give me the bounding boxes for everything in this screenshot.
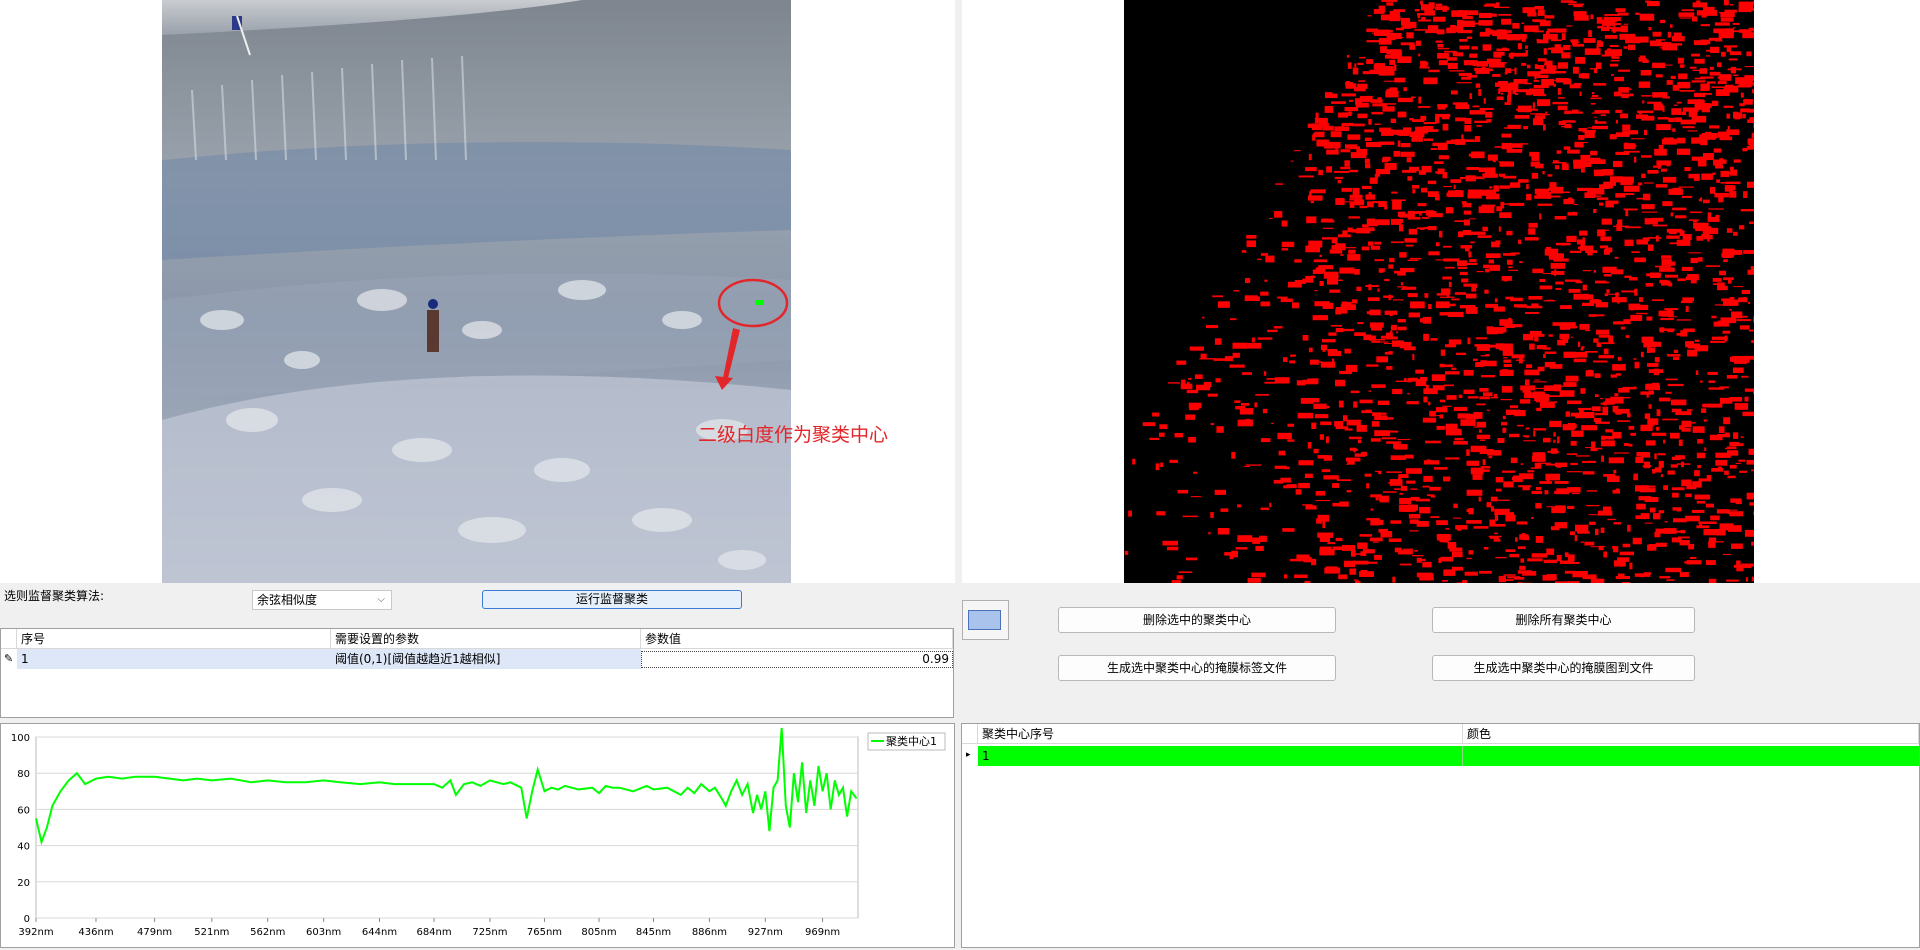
chevron-down-icon: ⌵ [377,591,385,609]
y-tick-label: 0 [24,914,30,925]
x-tick-label: 644nm [362,927,397,938]
y-tick-label: 100 [11,733,30,744]
cell-parameter: 阈值(0,1)[阈值越趋近1越相似] [335,649,500,669]
x-tick-label: 805nm [581,927,616,938]
x-tick-label: 392nm [18,927,53,938]
legend-label: 聚类中心1 [886,734,937,748]
cell-divider [1462,746,1463,766]
column-header-parameter[interactable]: 需要设置的参数 [331,629,641,649]
parameter-grid: 序号 需要设置的参数 参数值 ✎ 1 阈值(0,1)[阈值越趋近1越相似] 0.… [0,628,954,718]
x-tick-label: 684nm [416,927,451,938]
table-row[interactable]: 1 [978,746,1919,766]
x-tick-label: 927nm [748,927,783,938]
annotation-text: 二级白度作为聚类中心 [698,420,888,447]
x-tick-label: 845nm [636,927,671,938]
algorithm-select-value: 余弦相似度 [257,593,317,607]
source-image-panel: 二级白度作为聚类中心 [0,0,955,583]
delete-selected-center-button[interactable]: 删除选中的聚类中心 [1058,607,1336,633]
color-swatch [968,610,1001,630]
cluster-mask-render [1124,0,1754,583]
y-tick-label: 40 [17,842,30,853]
quarry-photo [162,0,791,583]
column-header-cluster-index[interactable]: 聚类中心序号 [978,724,1463,744]
x-tick-label: 765nm [527,927,562,938]
cell-value-input[interactable]: 0.99 [641,651,953,668]
column-header-value[interactable]: 参数值 [641,629,953,649]
cell-cluster-index: 1 [982,746,990,766]
x-tick-label: 436nm [78,927,113,938]
x-tick-label: 603nm [306,927,341,938]
generate-mask-image-button[interactable]: 生成选中聚类中心的掩膜图到文件 [1432,655,1695,681]
column-header-color[interactable]: 颜色 [1463,724,1919,744]
spectrum-chart-panel: 0 20 40 60 80 100 392nm 436nm 479nm 521nm 562nm 603… [0,723,955,948]
cell-index: 1 [21,649,29,669]
y-tick-label: 60 [17,805,30,816]
grid-corner [962,724,978,744]
x-tick-label: 521nm [194,927,229,938]
plot-area [36,737,858,918]
y-tick-label: 20 [17,878,30,889]
color-picker-button[interactable] [962,600,1009,640]
algorithm-label: 选则监督聚类算法: [4,587,104,604]
run-supervised-clustering-button[interactable]: 运行监督聚类 [482,590,742,609]
column-header-index[interactable]: 序号 [17,629,331,649]
annotation-marker [700,270,800,400]
algorithm-select[interactable]: 余弦相似度 ⌵ [252,590,392,610]
row-pointer-icon: ▸ [966,750,971,760]
x-tick-label: 725nm [472,927,507,938]
source-image[interactable] [162,0,791,583]
x-tick-label: 562nm [250,927,285,938]
table-row[interactable]: 1 阈值(0,1)[阈值越趋近1越相似] [17,649,641,669]
x-tick-label: 886nm [692,927,727,938]
mask-image[interactable] [1124,0,1754,583]
cluster-center-grid: 聚类中心序号 颜色 ▸ 1 [961,723,1920,948]
x-tick-label: 479nm [137,927,172,938]
generate-label-file-button[interactable]: 生成选中聚类中心的掩膜标签文件 [1058,655,1336,681]
delete-all-centers-button[interactable]: 删除所有聚类中心 [1432,607,1695,633]
grid-corner [1,629,17,649]
pencil-icon: ✎ [1,649,17,669]
y-tick-label: 80 [17,769,30,780]
x-tick-label: 969nm [805,927,840,938]
spectrum-chart: 0 20 40 60 80 100 392nm 436nm 479nm 521nm 562nm 603… [1,724,954,947]
